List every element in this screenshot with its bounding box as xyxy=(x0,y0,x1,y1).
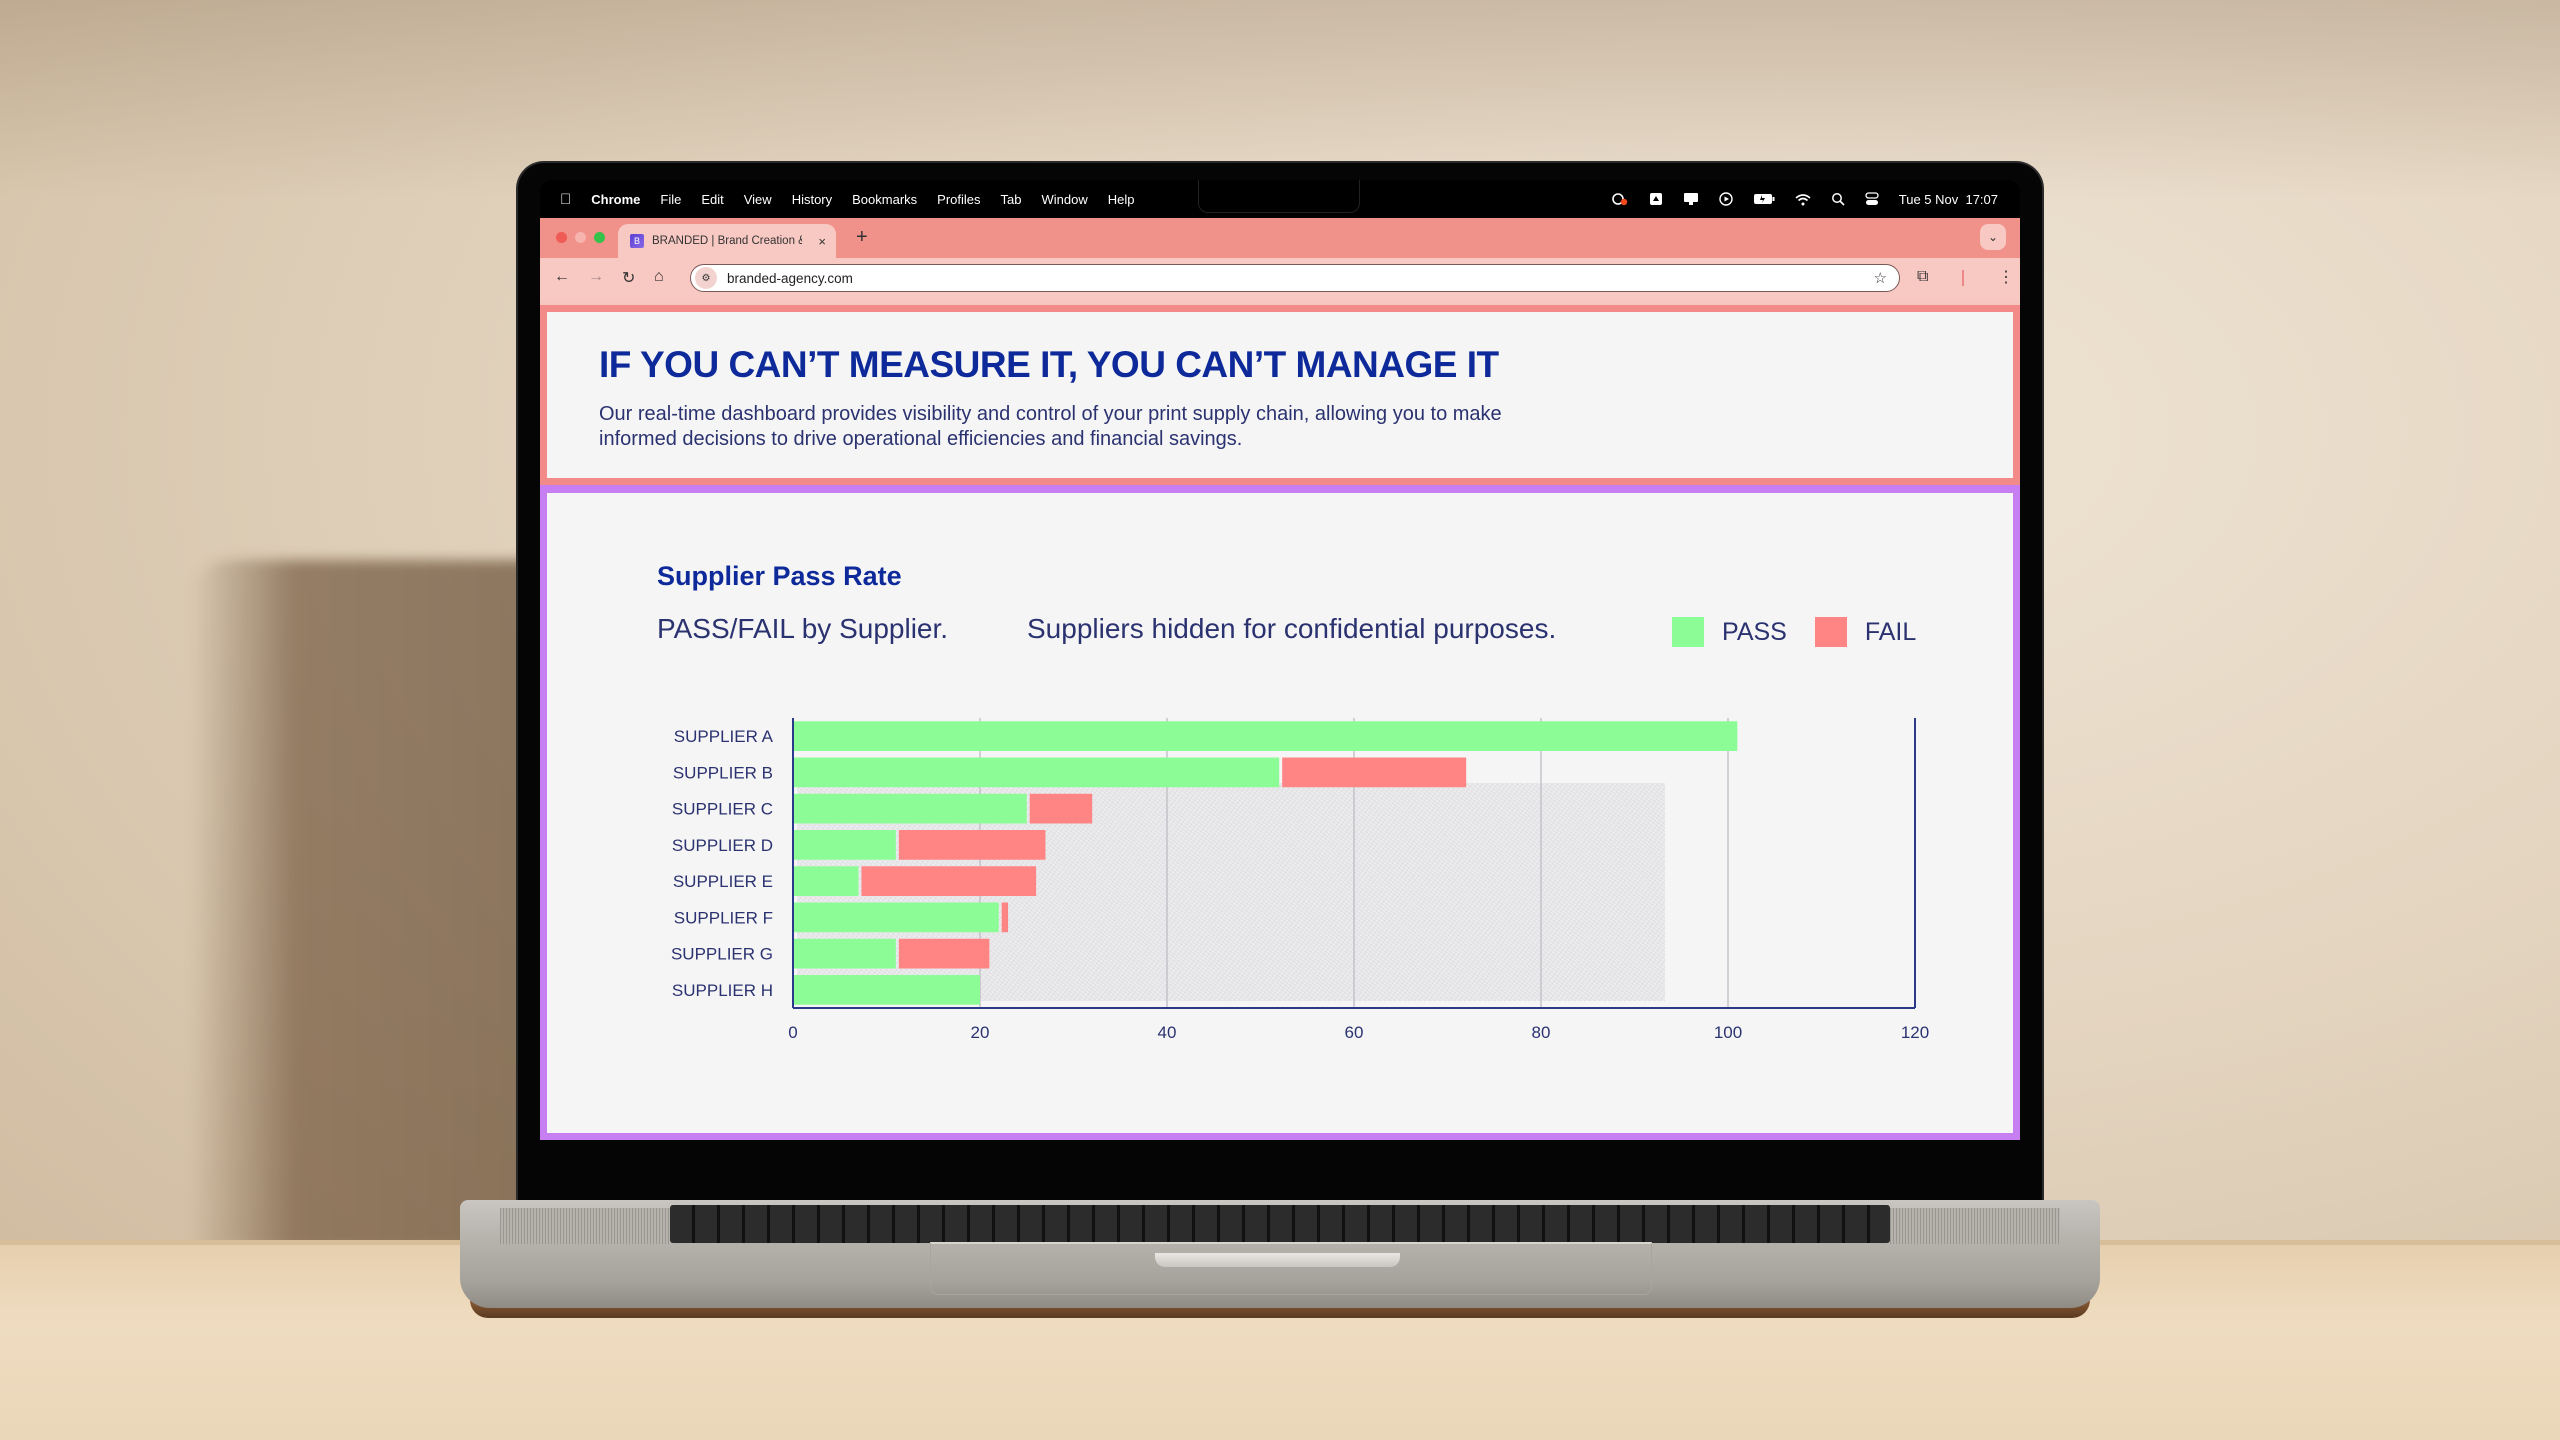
back-arrow-icon[interactable]: ← xyxy=(554,268,570,286)
supplier-bar-chart: SUPPLIER A SUPPLIER B SUPPLIER C SUPPLIER D… xyxy=(671,718,1929,1042)
bar-pass-1 xyxy=(793,721,1738,751)
bar-fail-3 xyxy=(1029,793,1093,824)
reload-icon[interactable]: ↻ xyxy=(622,268,635,288)
browser-tabstrip: B BRANDED | Brand Creation & × + ⌄ xyxy=(540,218,2020,258)
creative-cloud-icon[interactable] xyxy=(1611,192,1629,206)
trackpad xyxy=(930,1242,1652,1295)
minimize-window-button[interactable] xyxy=(575,232,586,243)
menu-window[interactable]: Window xyxy=(1042,192,1088,207)
bar-fail-7 xyxy=(898,938,990,969)
menu-edit[interactable]: Edit xyxy=(701,192,723,207)
window-controls xyxy=(556,232,605,243)
x-tick-label: 20 xyxy=(971,1023,990,1042)
chrome-menu-icon[interactable]: ⋮ xyxy=(1998,267,2014,287)
tab-search-chevron-icon[interactable]: ⌄ xyxy=(1980,224,2006,250)
lid-opening-notch xyxy=(1155,1253,1400,1267)
hero-title: IF YOU CAN’T MEASURE IT, YOU CAN’T MANAG… xyxy=(599,344,1499,385)
y-tick-label: SUPPLIER C xyxy=(672,800,773,819)
supplier-pass-rate-panel: Supplier Pass Rate PASS/FAIL by Supplier… xyxy=(540,485,2020,1140)
menu-view[interactable]: View xyxy=(744,192,772,207)
maximize-window-button[interactable] xyxy=(594,232,605,243)
y-tick-label: SUPPLIER A xyxy=(674,727,774,746)
bar-pass-3 xyxy=(793,793,1027,824)
tab-title: BRANDED | Brand Creation & xyxy=(652,235,802,247)
y-tick-label: SUPPLIER G xyxy=(671,945,773,964)
y-tick-label: SUPPLIER H xyxy=(672,981,773,1000)
laptop-screen:  Chrome File Edit View History Bookmark… xyxy=(540,180,2020,1140)
hero-section: IF YOU CAN’T MEASURE IT, YOU CAN’T MANAG… xyxy=(540,305,2020,485)
forward-arrow-icon[interactable]: → xyxy=(588,268,604,286)
x-tick-label: 100 xyxy=(1714,1023,1742,1042)
y-tick-label: SUPPLIER B xyxy=(673,763,773,782)
bar-pass-4 xyxy=(793,830,896,860)
menu-bookmarks[interactable]: Bookmarks xyxy=(852,192,917,207)
x-tick-label: 80 xyxy=(1532,1023,1551,1042)
browser-toolbar: ← → ↻ ⌂ ⚙ branded-agency.com ☆ ⧉ ⋮ xyxy=(540,258,2020,300)
menu-file[interactable]: File xyxy=(660,192,681,207)
x-tick-label: 60 xyxy=(1345,1023,1364,1042)
control-center-icon[interactable] xyxy=(1865,192,1879,206)
play-icon[interactable] xyxy=(1719,192,1733,206)
toolbar-divider xyxy=(1962,270,1964,286)
bar-pass-8 xyxy=(793,975,980,1005)
menu-app-name[interactable]: Chrome xyxy=(591,192,640,207)
x-tick-label: 0 xyxy=(788,1023,797,1042)
bar-pass-7 xyxy=(793,938,896,969)
tab-close-icon[interactable]: × xyxy=(818,234,826,249)
menubar-datetime[interactable]: Tue 5 Nov 17:07 xyxy=(1899,192,1998,207)
menu-history[interactable]: History xyxy=(792,192,832,207)
x-tick-label: 120 xyxy=(1901,1023,1929,1042)
bar-pass-2 xyxy=(793,757,1280,788)
site-info-icon[interactable]: ⚙ xyxy=(695,267,717,289)
y-tick-label: SUPPLIER E xyxy=(673,872,773,891)
branded-favicon-icon: B xyxy=(630,234,644,248)
wifi-icon[interactable] xyxy=(1795,193,1811,206)
extensions-puzzle-icon[interactable]: ⧉ xyxy=(1917,268,1928,286)
bar-fail-5 xyxy=(861,866,1037,896)
hero-description: Our real-time dashboard provides visibil… xyxy=(599,403,1502,450)
drive-icon[interactable] xyxy=(1649,192,1663,206)
search-icon[interactable] xyxy=(1831,192,1845,206)
home-icon[interactable]: ⌂ xyxy=(654,268,664,286)
bar-pass-5 xyxy=(793,866,859,896)
y-tick-label: SUPPLIER D xyxy=(672,836,773,855)
tab-branded[interactable]: B BRANDED | Brand Creation & × xyxy=(618,224,836,258)
x-tick-label: 40 xyxy=(1158,1023,1177,1042)
battery-icon[interactable] xyxy=(1753,193,1775,205)
y-tick-label: SUPPLIER F xyxy=(674,908,773,927)
right-speaker-grille xyxy=(1890,1208,2060,1244)
new-tab-button[interactable]: + xyxy=(856,226,868,249)
menu-profiles[interactable]: Profiles xyxy=(937,192,980,207)
bar-fail-6 xyxy=(1001,902,1009,933)
menu-tab[interactable]: Tab xyxy=(1001,192,1022,207)
bar-fail-2 xyxy=(1282,757,1467,788)
camera-notch xyxy=(1198,180,1360,213)
close-window-button[interactable] xyxy=(556,232,567,243)
display-icon[interactable] xyxy=(1683,192,1699,206)
address-bar[interactable]: ⚙ branded-agency.com ☆ xyxy=(690,264,1900,292)
bookmark-star-icon[interactable]: ☆ xyxy=(1874,269,1887,287)
left-speaker-grille xyxy=(500,1208,670,1244)
bar-pass-6 xyxy=(793,902,999,933)
apple-icon[interactable]:  xyxy=(560,191,571,208)
menu-help[interactable]: Help xyxy=(1108,192,1135,207)
web-page: IF YOU CAN’T MEASURE IT, YOU CAN’T MANAG… xyxy=(540,300,2020,1140)
keyboard xyxy=(670,1205,1890,1243)
url-text[interactable]: branded-agency.com xyxy=(727,271,853,286)
bar-fail-4 xyxy=(898,830,1046,860)
